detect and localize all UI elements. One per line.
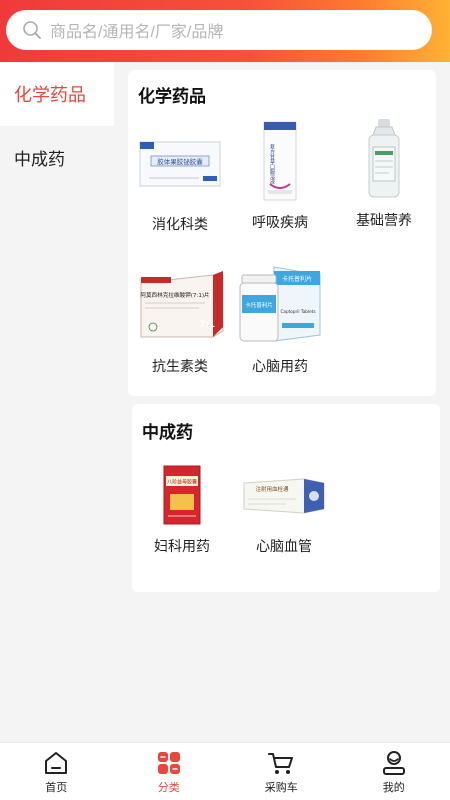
category-sidebar: 化学药品 中成药 <box>0 62 114 742</box>
pack-subtext: Captopril Tablets <box>280 309 315 314</box>
product-image: 阿莫西林克拉维酸钾(7:1)片 7:1 <box>130 260 230 350</box>
category-icon <box>157 752 180 774</box>
product-image: 卡托普利片 卡托普利片 Captopril Tablets <box>230 260 330 350</box>
section-card-chemical: 化学药品 胶体果胶铋胶囊 消化科类 复方甘草口服溶液 呼吸疾病 基础营养 阿莫西… <box>128 70 436 396</box>
section-card-tcm: 中成药 八珍益母胶囊 妇科用药 注射用血栓通 心脑血管 <box>132 404 440 592</box>
search-bar[interactable]: 商品名/通用名/厂家/品牌 <box>6 10 432 50</box>
sidebar-item-label: 化学药品 <box>14 85 86 105</box>
product-tile-cardiovascular[interactable]: 注射用血栓通 心脑血管 <box>234 460 334 556</box>
pack-text: 阿莫西林克拉维酸钾(7:1)片 <box>140 291 210 299</box>
pack-text: 八珍益母胶囊 <box>167 479 197 486</box>
product-image: 复方甘草口服溶液 <box>230 116 330 206</box>
category-content: 化学药品 胶体果胶铋胶囊 消化科类 复方甘草口服溶液 呼吸疾病 基础营养 阿莫西… <box>114 62 450 742</box>
product-image: 胶体果胶铋胶囊 <box>130 118 230 208</box>
section-title: 中成药 <box>142 423 193 442</box>
tab-cart[interactable]: 采购车 <box>225 743 338 800</box>
product-tile-antibiotics[interactable]: 阿莫西林克拉维酸钾(7:1)片 7:1 抗生素类 <box>130 260 230 376</box>
tab-home[interactable]: 首页 <box>0 743 113 800</box>
product-label: 消化科类 <box>152 216 208 232</box>
product-tile-nutrition[interactable]: 基础营养 <box>334 114 434 230</box>
search-input[interactable]: 商品名/通用名/厂家/品牌 <box>50 18 223 42</box>
product-label: 呼吸疾病 <box>252 214 308 230</box>
product-tile-cardio[interactable]: 卡托普利片 卡托普利片 Captopril Tablets 心脑用药 <box>230 260 330 376</box>
tab-label: 首页 <box>45 782 68 794</box>
home-icon <box>45 752 68 774</box>
pack-text: 注射用血栓通 <box>255 485 289 493</box>
pack-ratio: 7:1 <box>199 320 215 330</box>
tab-label: 分类 <box>157 782 180 794</box>
tab-label: 采购车 <box>264 782 298 794</box>
bottom-tab-bar: 首页 分类 采购车 我的 <box>0 742 450 800</box>
tab-label: 我的 <box>382 782 405 794</box>
sidebar-item-tcm[interactable]: 中成药 <box>0 126 114 188</box>
product-tile-digestive[interactable]: 胶体果胶铋胶囊 消化科类 <box>130 118 230 234</box>
product-label: 基础营养 <box>356 212 412 228</box>
user-icon <box>382 751 405 775</box>
product-label: 抗生素类 <box>152 358 208 374</box>
product-label: 妇科用药 <box>154 538 210 554</box>
product-label: 心脑用药 <box>252 358 308 374</box>
product-image: 八珍益母胶囊 <box>132 460 232 530</box>
product-image <box>334 114 434 204</box>
product-tile-respiratory[interactable]: 复方甘草口服溶液 呼吸疾病 <box>230 116 330 232</box>
pack-text: 胶体果胶铋胶囊 <box>157 157 203 166</box>
product-image: 注射用血栓通 <box>234 460 334 530</box>
sidebar-item-chemical[interactable]: 化学药品 <box>0 62 114 126</box>
product-tile-gynecology[interactable]: 八珍益母胶囊 妇科用药 <box>132 460 232 556</box>
pack-text: 复方甘草口服溶液 <box>269 143 275 185</box>
sidebar-item-label: 中成药 <box>14 149 65 169</box>
pack-text: 卡托普利片 <box>245 301 273 309</box>
tab-profile[interactable]: 我的 <box>338 743 450 800</box>
pack-text: 卡托普利片 <box>282 275 312 283</box>
cart-icon <box>268 753 294 774</box>
search-icon <box>23 21 41 39</box>
section-title: 化学药品 <box>138 87 206 106</box>
tab-category[interactable]: 分类 <box>113 743 226 800</box>
header-bar: 商品名/通用名/厂家/品牌 <box>0 0 450 62</box>
product-label: 心脑血管 <box>256 538 312 554</box>
